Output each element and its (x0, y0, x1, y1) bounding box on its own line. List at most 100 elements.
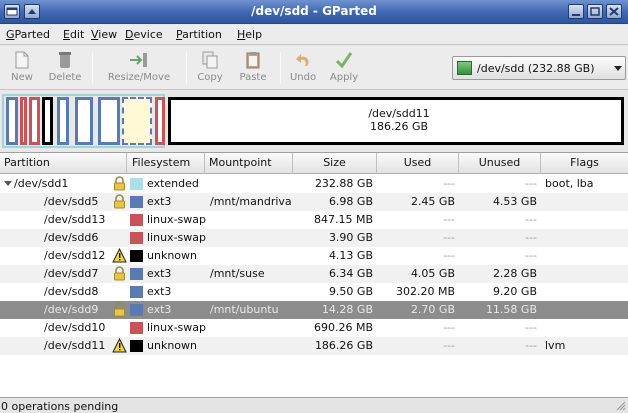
unused: 11.58 GB (485, 303, 537, 316)
column-size[interactable]: Size (293, 153, 377, 174)
menu-gparted[interactable]: GParted (6, 28, 50, 41)
apply-button[interactable]: Apply (324, 48, 364, 88)
used: 2.70 GB (410, 303, 455, 316)
paste-button[interactable]: Paste (232, 48, 274, 88)
trash-icon (59, 52, 71, 68)
used: 2.45 GB (410, 195, 455, 208)
partition-block-sdd9[interactable] (98, 97, 120, 145)
flags: boot, lba (545, 177, 594, 190)
size: 4.13 GB (328, 249, 373, 262)
copy-icon (202, 51, 218, 69)
used: 302.20 MB (395, 285, 455, 298)
table-row[interactable]: /dev/sdd10 linux-swap 690.26 MB --- --- (0, 319, 628, 337)
partition-table: Partition Filesystem Mountpoint Size Use… (0, 152, 628, 398)
size: 847.15 MB (313, 213, 373, 226)
selected-partition-name: /dev/sdd11 (368, 107, 430, 120)
menu-edit[interactable]: Edit (63, 28, 84, 41)
menu-help[interactable]: Help (237, 28, 262, 41)
new-label: New (11, 72, 33, 83)
unused: --- (525, 249, 537, 262)
expander-icon[interactable] (4, 181, 12, 186)
column-mountpoint[interactable]: Mountpoint (205, 153, 293, 174)
toolbar-separator (280, 52, 281, 84)
table-row[interactable]: /dev/sdd7 ext3/mnt/suse 6.34 GB 4.05 GB 2.28… (0, 265, 628, 283)
column-filesystem[interactable]: Filesystem (127, 153, 205, 174)
used: 4.05 GB (410, 267, 455, 280)
maximize-icon[interactable] (587, 4, 603, 19)
partition-block-sdd9-extra[interactable] (155, 97, 165, 145)
partition-name: /dev/sdd7 (44, 267, 99, 280)
used: --- (443, 213, 455, 226)
filesystem: linux-swap (147, 231, 206, 244)
unused: 4.53 GB (492, 195, 537, 208)
selected-partition-label: /dev/sdd11 186.26 GB (170, 107, 628, 133)
column-unused[interactable]: Unused (459, 153, 541, 174)
menu-bar: GParted Edit View Device Partition Help (0, 25, 628, 45)
mountpoint: /mnt/ubuntu (210, 303, 279, 316)
toolbar: New Delete Resize/Move Copy Paste Undo A… (0, 46, 628, 90)
filesystem: ext3 (147, 285, 172, 298)
delete-label: Delete (48, 72, 82, 83)
size: 14.28 GB (321, 303, 373, 316)
checkmark-icon (335, 52, 353, 69)
table-row[interactable]: /dev/sdd6 linux-swap 3.90 GB --- --- (0, 229, 628, 247)
used: --- (443, 339, 455, 352)
table-row[interactable]: /dev/sdd12 unknown 4.13 GB --- --- (0, 247, 628, 265)
new-document-icon (15, 51, 29, 69)
undo-icon (296, 54, 309, 66)
partition-map: /dev/sdd11 186.26 GB (0, 91, 628, 151)
partition-name: /dev/sdd6 (44, 231, 99, 244)
lock-icon (114, 266, 125, 281)
undo-label: Undo (289, 72, 317, 83)
table-row[interactable]: /dev/sdd13 linux-swap 847.15 MB --- --- (0, 211, 628, 229)
new-button[interactable]: New (2, 48, 42, 88)
table-row[interactable]: /dev/sdd8 ext3 9.50 GB 302.20 MB 9.20 GB (0, 283, 628, 301)
copy-button[interactable]: Copy (190, 48, 230, 88)
unused: --- (525, 231, 537, 244)
column-partition[interactable]: Partition (0, 153, 127, 174)
partition-name: /dev/sdd8 (44, 285, 99, 298)
partition-name: /dev/sdd13 (44, 213, 106, 226)
device-selector[interactable]: /dev/sdd (232.88 GB) (452, 56, 626, 80)
apply-label: Apply (329, 72, 359, 83)
unused: --- (525, 321, 537, 334)
table-row[interactable]: /dev/sdd5 ext3/mnt/mandriva 6.98 GB 2.45 GB… (0, 193, 628, 211)
column-used[interactable]: Used (377, 153, 459, 174)
filesystem-color-swatch (130, 340, 143, 352)
minimize-icon[interactable] (568, 4, 584, 19)
partition-block-sdd12[interactable] (42, 97, 53, 145)
menu-view[interactable]: View (91, 28, 117, 41)
partition-block-sdd7[interactable] (57, 97, 69, 145)
partition-block-sdd8[interactable] (75, 97, 93, 145)
partition-block-sdd10[interactable] (122, 97, 152, 145)
undo-button[interactable]: Undo (284, 48, 322, 88)
partition-block-sdd6[interactable] (29, 97, 40, 145)
filesystem: unknown (147, 249, 197, 262)
used: --- (443, 231, 455, 244)
partition-name: /dev/sdd10 (44, 321, 106, 334)
menu-partition[interactable]: Partition (176, 28, 222, 41)
selected-partition-size: 186.26 GB (369, 120, 429, 133)
toolbar-separator (92, 52, 93, 84)
filesystem-color-swatch (130, 214, 143, 226)
resize-move-button[interactable]: Resize/Move (96, 48, 182, 88)
table-row[interactable]: /dev/sdd1 extended 232.88 GB --- --- boot, lb… (0, 175, 628, 193)
partition-block-sdd13[interactable] (20, 97, 27, 145)
table-row[interactable]: /dev/sdd11 unknown 186.26 GB --- --- lvm (0, 337, 628, 355)
column-flags[interactable]: Flags (541, 153, 628, 174)
partition-name: /dev/sdd11 (44, 339, 106, 352)
table-row[interactable]: /dev/sdd9 ext3/mnt/ubuntu 14.28 GB 2.70 GB 1… (0, 301, 628, 319)
delete-button[interactable]: Delete (42, 48, 88, 88)
resize-grip-icon[interactable] (616, 401, 626, 411)
close-icon[interactable] (606, 4, 622, 19)
filesystem-color-swatch (130, 178, 143, 190)
filesystem: ext3 (147, 267, 172, 280)
unused: --- (525, 339, 537, 352)
filesystem-color-swatch (130, 232, 143, 244)
menu-device[interactable]: Device (125, 28, 163, 41)
partition-block-sdd5[interactable] (6, 97, 18, 145)
resize-move-label: Resize/Move (107, 72, 171, 83)
unused: 9.20 GB (492, 285, 537, 298)
size: 9.50 GB (328, 285, 373, 298)
filesystem-color-swatch (130, 268, 143, 280)
